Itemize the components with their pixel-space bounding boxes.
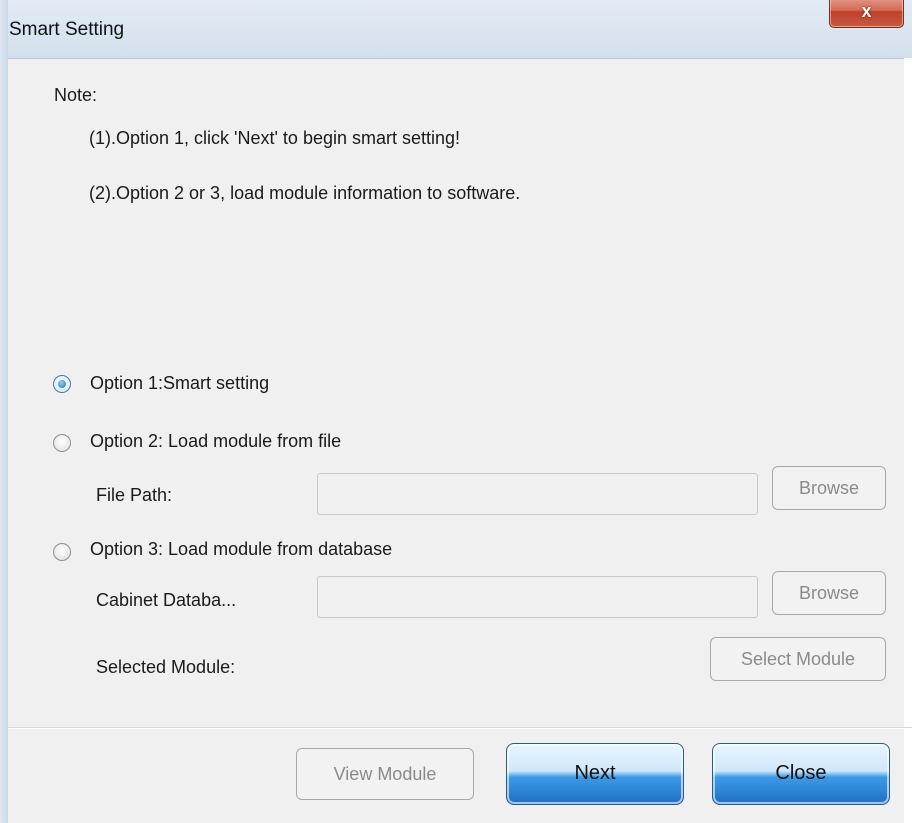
title-bar[interactable]: Smart Setting x (0, 0, 912, 58)
database-browse-button[interactable]: Browse (772, 571, 886, 615)
note-line-2: (2).Option 2 or 3, load module informati… (89, 183, 521, 203)
option2-radio[interactable] (53, 434, 71, 452)
select-module-button[interactable]: Select Module (710, 637, 886, 681)
note-line-1: (1).Option 1, click 'Next' to begin smar… (89, 128, 461, 148)
close-button[interactable]: Close (712, 743, 890, 805)
option3-radio[interactable] (53, 543, 71, 561)
file-path-input[interactable] (317, 473, 758, 515)
window-close-button[interactable]: x (829, 0, 904, 28)
window-left-border (0, 0, 8, 823)
option3-label[interactable]: Option 3: Load module from database (90, 539, 392, 560)
view-module-button[interactable]: View Module (296, 748, 474, 800)
smart-setting-window: Smart Setting x Note: (1).Option 1, clic… (0, 0, 912, 823)
file-path-label: File Path: (96, 485, 173, 505)
close-icon: x (861, 1, 872, 21)
option1-label[interactable]: Option 1:Smart setting (90, 373, 269, 394)
window-title: Smart Setting (9, 19, 125, 40)
next-button[interactable]: Next (506, 743, 684, 805)
radio-selected-dot (58, 380, 66, 388)
file-browse-button[interactable]: Browse (772, 466, 886, 510)
option2-label[interactable]: Option 2: Load module from file (90, 431, 341, 452)
option1-radio[interactable] (53, 375, 71, 393)
footer-separator (8, 727, 912, 728)
selected-module-label: Selected Module: (96, 657, 236, 677)
note-heading: Note: (54, 85, 98, 105)
cabinet-database-input[interactable] (317, 576, 758, 618)
cabinet-database-label: Cabinet Databa... (96, 590, 237, 610)
